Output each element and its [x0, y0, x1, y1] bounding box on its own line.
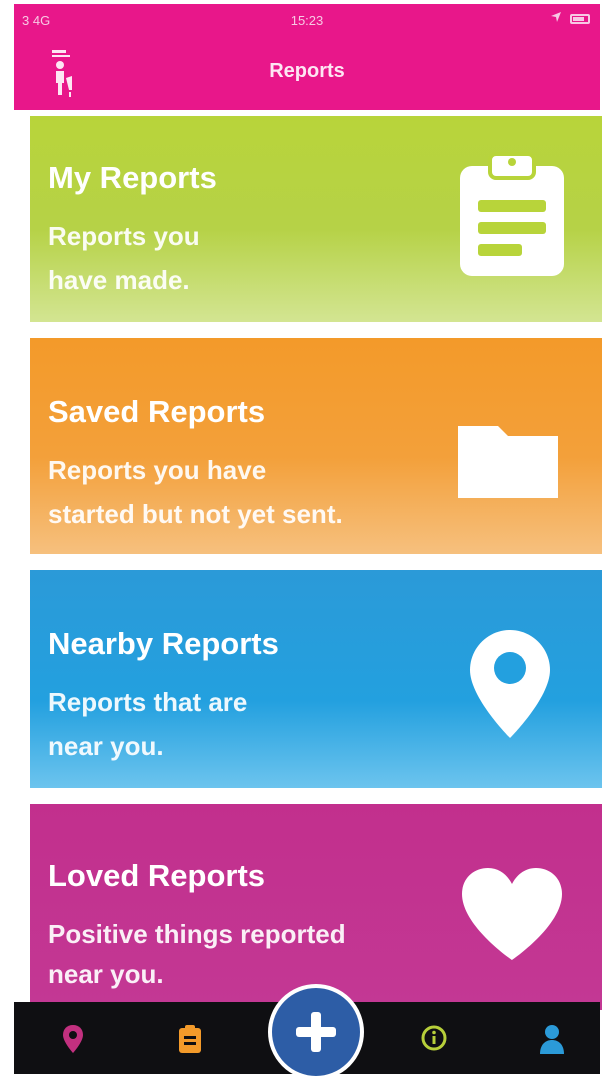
plus-icon	[296, 1012, 336, 1052]
my-reports-card[interactable]: My Reports Reports you have made.	[30, 116, 602, 322]
header-bar: Reports	[14, 34, 600, 110]
card-description-line-1: Reports you have	[48, 455, 267, 485]
card-title: My Reports	[48, 160, 217, 195]
card-description-line-2: have made.	[48, 265, 190, 295]
clipboard-icon	[456, 148, 568, 283]
card-description-line-2: started but not yet sent.	[48, 499, 343, 529]
nearby-reports-card[interactable]: Nearby Reports Reports that are near you…	[30, 570, 602, 788]
status-indicators	[550, 11, 590, 26]
location-pin-icon	[468, 628, 552, 745]
card-title: Nearby Reports	[48, 626, 279, 661]
map-pin-tab-icon[interactable]	[62, 1024, 96, 1058]
clipboard-tab-icon[interactable]	[178, 1024, 212, 1058]
profile-icon[interactable]	[538, 1024, 572, 1058]
heart-icon	[460, 866, 564, 967]
card-description-line-1: Reports you	[48, 221, 200, 251]
card-title: Saved Reports	[48, 394, 266, 429]
card-description-line-1: Reports that are	[48, 687, 248, 717]
status-bar: 3 4G 15:23	[14, 4, 600, 34]
battery-icon	[570, 13, 590, 24]
location-arrow-icon	[550, 11, 562, 26]
card-title: Loved Reports	[48, 858, 266, 893]
folder-icon	[458, 426, 558, 503]
saved-reports-card[interactable]: Saved Reports Reports you have started b…	[30, 338, 602, 554]
card-description-line-2: near you.	[48, 959, 164, 989]
status-time: 15:23	[290, 13, 324, 28]
loved-reports-card[interactable]: Loved Reports Positive things reported n…	[30, 804, 602, 1010]
info-icon[interactable]	[420, 1024, 454, 1058]
add-report-button[interactable]	[268, 984, 364, 1080]
page-title: Reports	[269, 60, 345, 82]
card-description-line-2: near you.	[48, 731, 164, 761]
card-description-line-1: Positive things reported	[48, 919, 346, 949]
